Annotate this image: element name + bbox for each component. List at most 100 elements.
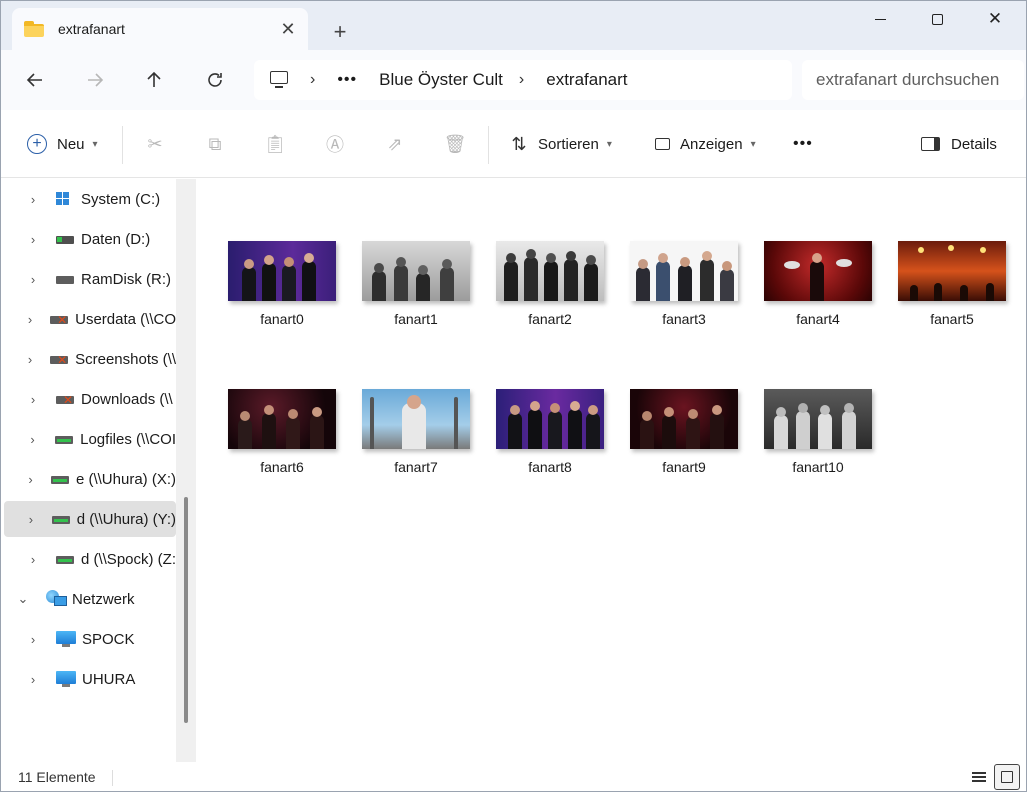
chevron-right-icon[interactable]: › <box>24 672 42 687</box>
search-input[interactable]: extrafanart durchsuchen <box>802 60 1024 100</box>
network-drive-icon <box>51 512 70 526</box>
file-item-fanart7[interactable]: fanart7 <box>362 389 470 475</box>
chevron-right-icon[interactable]: › <box>24 632 42 647</box>
chevron-right-icon[interactable]: › <box>24 392 42 407</box>
breadcrumb-blue-oyster-cult[interactable]: Blue Öyster Cult <box>379 70 503 90</box>
minimize-button[interactable] <box>851 0 909 38</box>
sidebar-item-d-uhura-y[interactable]: › d (\\Uhura) (Y:) <box>4 501 176 537</box>
sidebar-item-screenshots[interactable]: › ✕ Screenshots (\\ <box>4 341 176 377</box>
this-pc-icon[interactable] <box>268 70 290 90</box>
file-item-fanart0[interactable]: fanart0 <box>228 241 336 327</box>
file-item-fanart1[interactable]: fanart1 <box>362 241 470 327</box>
delete-button[interactable]: 🗑︎ <box>443 128 467 160</box>
sidebar-item-daten-d[interactable]: › Daten (D:) <box>4 221 176 257</box>
close-window-button[interactable]: ✕ <box>966 0 1024 38</box>
details-view-button[interactable] <box>966 764 992 790</box>
share-icon: ⇗ <box>387 133 403 154</box>
file-item-fanart9[interactable]: fanart9 <box>630 389 738 475</box>
sidebar-item-label: Daten (D:) <box>81 230 151 248</box>
details-pane-button[interactable]: Details <box>918 128 997 160</box>
file-name: fanart1 <box>394 311 438 327</box>
clipboard-icon: 📋︎ <box>263 133 287 154</box>
copy-button[interactable]: ⧉ <box>203 128 227 160</box>
close-tab-icon[interactable]: ✕ <box>274 15 302 43</box>
chevron-right-icon[interactable]: › <box>519 71 524 89</box>
thumbnail-view-button[interactable] <box>994 764 1020 790</box>
close-icon: ✕ <box>987 9 1003 28</box>
sidebar-item-uhura[interactable]: › UHURA <box>4 661 176 697</box>
tab-extrafanart[interactable]: extrafanart ✕ <box>12 8 308 50</box>
chevron-down-icon[interactable]: ⌄ <box>14 591 32 607</box>
file-item-fanart5[interactable]: fanart5 <box>898 241 1006 327</box>
up-button[interactable] <box>136 62 172 98</box>
sidebar-item-logfiles[interactable]: › Logfiles (\\COI <box>4 421 176 457</box>
tab-title: extrafanart <box>58 21 125 37</box>
sidebar-item-e-uhura-x[interactable]: › e (\\Uhura) (X:) <box>4 461 176 497</box>
sidebar-item-spock[interactable]: › SPOCK <box>4 621 176 657</box>
chevron-right-icon[interactable]: › <box>24 272 42 287</box>
image-thumbnail <box>362 389 470 449</box>
share-button[interactable]: ⇗ <box>383 128 407 160</box>
cut-button[interactable]: ✂ <box>143 128 167 160</box>
file-item-fanart8[interactable]: fanart8 <box>496 389 604 475</box>
refresh-button[interactable] <box>197 62 233 98</box>
chevron-right-icon[interactable]: › <box>24 192 42 207</box>
more-options-button[interactable]: ••• <box>793 128 813 160</box>
file-item-fanart3[interactable]: fanart3 <box>630 241 738 327</box>
new-button[interactable]: + Neu ▾ <box>27 128 98 160</box>
image-thumbnail <box>630 389 738 449</box>
sidebar-item-ramdisk-r[interactable]: › RamDisk (R:) <box>4 261 176 297</box>
navigation-bar: › ••• Blue Öyster Cult › extrafanart ext… <box>0 50 1027 110</box>
divider <box>488 126 489 164</box>
chevron-right-icon[interactable]: › <box>24 472 37 487</box>
file-item-fanart4[interactable]: fanart4 <box>764 241 872 327</box>
sidebar-item-label: Logfiles (\\COI <box>80 430 176 448</box>
back-button[interactable] <box>17 62 53 98</box>
sidebar-scrollbar[interactable] <box>176 179 196 762</box>
folder-icon <box>24 21 44 37</box>
sidebar-item-system-c[interactable]: › System (C:) <box>4 181 176 217</box>
file-item-fanart10[interactable]: fanart10 <box>764 389 872 475</box>
copy-icon: ⧉ <box>208 133 222 154</box>
sidebar-item-userdata[interactable]: › ✕ Userdata (\\CO <box>4 301 176 337</box>
chevron-right-icon[interactable]: › <box>24 552 42 567</box>
file-name: fanart0 <box>260 311 304 327</box>
new-tab-button[interactable]: + <box>326 18 354 46</box>
network-drive-disconnected-icon: ✕ <box>50 352 69 366</box>
paste-button[interactable]: 📋︎ <box>263 128 287 160</box>
chevron-right-icon[interactable]: › <box>24 512 38 527</box>
breadcrumb-overflow[interactable]: ••• <box>337 71 357 89</box>
file-item-fanart6[interactable]: fanart6 <box>228 389 336 475</box>
forward-button[interactable] <box>77 62 113 98</box>
chevron-right-icon[interactable]: › <box>24 432 41 447</box>
view-label: Anzeigen <box>680 135 743 153</box>
image-thumbnail <box>496 389 604 449</box>
chevron-down-icon: ▾ <box>92 138 98 150</box>
drive-icon <box>56 232 74 246</box>
sidebar-item-downloads[interactable]: › ✕ Downloads (\\ <box>4 381 176 417</box>
chevron-right-icon[interactable]: › <box>24 232 42 247</box>
maximize-button[interactable] <box>908 0 966 38</box>
sort-button[interactable]: ⇅ Sortieren ▾ <box>507 128 612 160</box>
rename-icon: Ⓐ <box>326 135 344 155</box>
address-bar[interactable]: › ••• Blue Öyster Cult › extrafanart <box>254 60 792 100</box>
file-item-fanart2[interactable]: fanart2 <box>496 241 604 327</box>
view-icon <box>650 132 674 156</box>
new-label: Neu <box>57 135 85 153</box>
view-button[interactable]: Anzeigen ▾ <box>650 128 756 160</box>
image-thumbnail <box>764 389 872 449</box>
chevron-right-icon[interactable]: › <box>310 71 315 89</box>
network-drive-icon <box>55 552 74 566</box>
image-thumbnail <box>898 241 1006 301</box>
breadcrumb-extrafanart[interactable]: extrafanart <box>546 70 627 90</box>
chevron-right-icon[interactable]: › <box>24 312 36 327</box>
chevron-right-icon[interactable]: › <box>24 352 36 367</box>
windows-drive-icon <box>56 192 74 206</box>
scrollbar-thumb[interactable] <box>184 497 188 723</box>
chevron-down-icon: ▾ <box>606 138 612 150</box>
status-bar: 11 Elemente <box>0 762 1027 792</box>
sidebar-item-label: UHURA <box>82 670 136 688</box>
sidebar-item-netzwerk[interactable]: ⌄ Netzwerk <box>4 581 176 617</box>
sidebar-item-d-spock-z[interactable]: › d (\\Spock) (Z: <box>4 541 176 577</box>
rename-button[interactable]: Ⓐ <box>323 128 347 160</box>
